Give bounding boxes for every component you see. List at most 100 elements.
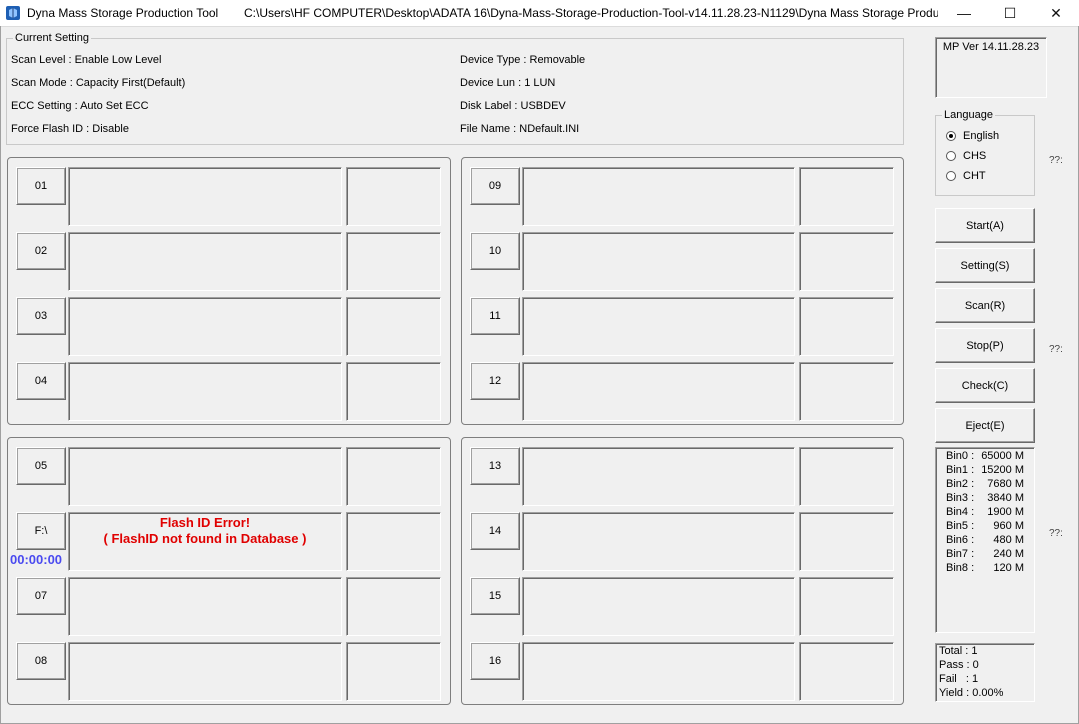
bin-value: 960 M (993, 520, 1024, 532)
device-lun-label: Device Lun : 1 LUN (460, 77, 556, 89)
force-flash-id-label: Force Flash ID : Disable (11, 123, 129, 135)
bin-row: Bin6 : 480 M (936, 534, 1036, 548)
language-cht-label: CHT (963, 170, 986, 182)
port-14-status (522, 512, 795, 571)
port-09-status (522, 167, 795, 226)
port-15-button[interactable]: 15 (470, 577, 520, 615)
language-english-label: English (963, 130, 1000, 142)
port-08-button[interactable]: 08 (16, 642, 66, 680)
app-title: Dyna Mass Storage Production Tool (27, 6, 219, 20)
side-mark-3: ??: (1049, 528, 1063, 539)
radio-icon (946, 171, 956, 181)
disk-label-label: Disk Label : USBDEV (460, 100, 566, 112)
bin-name: Bin6 : (946, 534, 975, 546)
bin-value: 65000 M (981, 450, 1024, 462)
port-01-button[interactable]: 01 (16, 167, 66, 205)
version-label: MP Ver 14.11.28.23 (942, 41, 1040, 53)
bin-name: Bin8 : (946, 562, 975, 574)
bin-row: Bin4 : 1900 M (936, 506, 1036, 520)
device-type-label: Device Type : Removable (460, 54, 586, 66)
stats-yield: Yield : 0.00% (939, 687, 1004, 699)
language-chs-option[interactable]: CHS (946, 150, 1026, 164)
port-08-status (68, 642, 342, 701)
scan-level-label: Scan Level : Enable Low Level (11, 54, 162, 66)
port-06-timer: 00:00:00 (10, 552, 63, 567)
stats-box: Total : 1 Pass : 0 Fail : 1 Yield : 0.00… (935, 643, 1035, 702)
port-12-info (799, 362, 894, 421)
port-10-status (522, 232, 795, 291)
port-12-button[interactable]: 12 (470, 362, 520, 400)
maximize-button[interactable]: ☐ (987, 0, 1033, 26)
bin-row: Bin7 : 240 M (936, 548, 1036, 562)
bin-value: 1900 M (987, 506, 1024, 518)
port-02-button[interactable]: 02 (16, 232, 66, 270)
check-button[interactable]: Check(C) (935, 368, 1035, 403)
language-english-option[interactable]: English (946, 130, 1026, 144)
side-mark-2: ??: (1049, 344, 1063, 355)
bin-value: 120 M (993, 562, 1024, 574)
language-title: Language (942, 109, 995, 121)
scan-button[interactable]: Scan(R) (935, 288, 1035, 323)
bin-row: Bin3 : 3840 M (936, 492, 1036, 506)
bin-row: Bin2 : 7680 M (936, 478, 1036, 492)
side-mark-1: ??: (1049, 155, 1063, 166)
port-06-button[interactable]: F:\ (16, 512, 66, 550)
bin-value: 240 M (993, 548, 1024, 560)
current-setting-title: Current Setting (13, 32, 91, 44)
port-11-button[interactable]: 11 (470, 297, 520, 335)
port-07-status (68, 577, 342, 636)
port-07-info (346, 577, 441, 636)
port-13-button[interactable]: 13 (470, 447, 520, 485)
port-14-info (799, 512, 894, 571)
bin-name: Bin4 : (946, 506, 975, 518)
bin-name: Bin3 : (946, 492, 975, 504)
close-button[interactable]: ✕ (1033, 0, 1079, 26)
port-panel-4: 13 14 15 16 (461, 437, 904, 705)
port-05-status (68, 447, 342, 506)
port-02-status (68, 232, 342, 291)
stats-pass: Pass : 0 (939, 659, 979, 671)
port-16-button[interactable]: 16 (470, 642, 520, 680)
port-09-button[interactable]: 09 (470, 167, 520, 205)
port-07-button[interactable]: 07 (16, 577, 66, 615)
flash-id-error-line2: ( FlashID not found in Database ) (103, 531, 307, 546)
language-chs-label: CHS (963, 150, 987, 162)
port-14-button[interactable]: 14 (470, 512, 520, 550)
port-05-button[interactable]: 05 (16, 447, 66, 485)
port-10-button[interactable]: 10 (470, 232, 520, 270)
stats-fail: Fail : 1 (939, 673, 979, 685)
eject-button[interactable]: Eject(E) (935, 408, 1035, 443)
language-cht-option[interactable]: CHT (946, 170, 1026, 184)
port-15-info (799, 577, 894, 636)
port-03-status (68, 297, 342, 356)
port-10-info (799, 232, 894, 291)
port-06-info (346, 512, 441, 571)
bin-value: 7680 M (987, 478, 1024, 490)
bin-name: Bin5 : (946, 520, 975, 532)
port-04-status (68, 362, 342, 421)
bin-name: Bin2 : (946, 478, 975, 490)
port-04-info (346, 362, 441, 421)
port-02-info (346, 232, 441, 291)
bin-row: Bin8 : 120 M (936, 562, 1036, 576)
start-button[interactable]: Start(A) (935, 208, 1035, 243)
stop-button[interactable]: Stop(P) (935, 328, 1035, 363)
port-09-info (799, 167, 894, 226)
bin-row: Bin0 : 65000 M (936, 450, 1036, 464)
stats-total: Total : 1 (939, 645, 978, 657)
version-box: MP Ver 14.11.28.23 (935, 37, 1047, 98)
radio-icon (946, 131, 956, 141)
setting-button[interactable]: Setting(S) (935, 248, 1035, 283)
bin-name: Bin7 : (946, 548, 975, 560)
minimize-button[interactable]: — (941, 0, 987, 26)
bin-row: Bin5 : 960 M (936, 520, 1036, 534)
port-03-button[interactable]: 03 (16, 297, 66, 335)
bin-name: Bin0 : (946, 450, 975, 462)
port-03-info (346, 297, 441, 356)
ecc-setting-label: ECC Setting : Auto Set ECC (11, 100, 149, 112)
port-12-status (522, 362, 795, 421)
bin-value: 15200 M (981, 464, 1024, 476)
bin-value: 3840 M (987, 492, 1024, 504)
port-16-info (799, 642, 894, 701)
port-04-button[interactable]: 04 (16, 362, 66, 400)
